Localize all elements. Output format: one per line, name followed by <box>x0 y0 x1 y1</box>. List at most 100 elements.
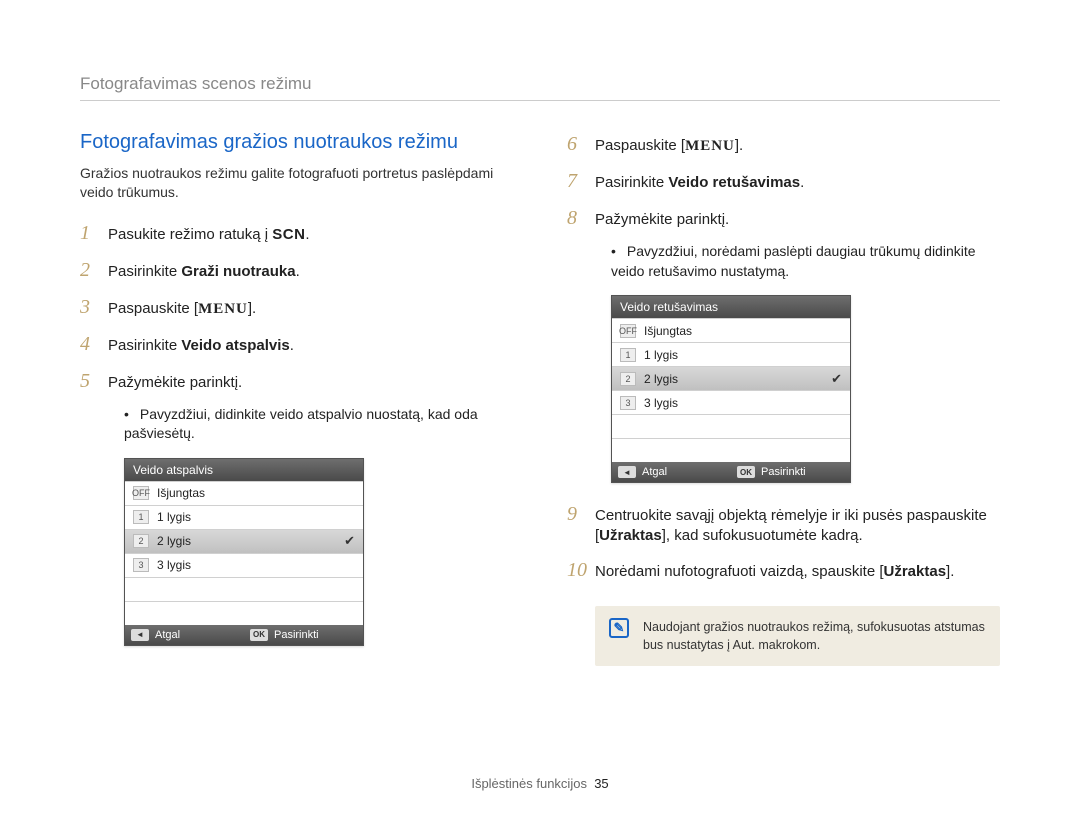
option-icon: OFF <box>620 324 636 338</box>
option-label: 3 lygis <box>157 558 191 572</box>
step-text: Pasukite režimo ratuką į <box>108 226 272 243</box>
ok-label: Pasirinkti <box>274 629 319 641</box>
intro-text: Gražios nuotraukos režimu galite fotogra… <box>80 164 513 202</box>
step-5: 5 Pažymėkite parinktį. <box>80 368 513 395</box>
lcd-option-3: 3 3 lygis <box>612 390 850 414</box>
step-text-post: ]. <box>248 300 256 317</box>
step-3: 3 Paspauskite [MENU]. <box>80 294 513 321</box>
step-2: 2 Pasirinkite Graži nuotrauka. <box>80 257 513 284</box>
ok-label: Pasirinkti <box>761 466 806 478</box>
step-number: 7 <box>567 168 595 195</box>
option-label: 3 lygis <box>644 396 678 410</box>
step-number: 1 <box>80 220 108 247</box>
note-text: Naudojant gražios nuotraukos režimą, suf… <box>643 618 986 654</box>
step-bold: Veido atspalvis <box>181 337 289 354</box>
step-number: 6 <box>567 131 595 158</box>
step-text: Pasirinkite <box>108 337 181 354</box>
option-label: Išjungtas <box>157 486 205 500</box>
back-label: Atgal <box>155 629 180 641</box>
lcd-footer: ◄ Atgal OK Pasirinkti <box>612 462 850 482</box>
step-number: 9 <box>567 501 595 528</box>
scn-keyword: SCN <box>272 226 305 243</box>
step-body: Paspauskite [MENU]. <box>595 136 1000 156</box>
step-text-post: . <box>290 337 294 354</box>
option-label: 2 lygis <box>644 372 678 386</box>
step-body: Pažymėkite parinktį. <box>595 210 1000 230</box>
step-10: 10 Norėdami nufotografuoti vaizdą, spaus… <box>567 557 1000 584</box>
lcd-ok: OK Pasirinkti <box>244 625 363 645</box>
lcd-option-off: OFF Išjungtas <box>125 481 363 505</box>
bullet-icon: • <box>611 242 623 262</box>
step-4: 4 Pasirinkite Veido atspalvis. <box>80 331 513 358</box>
note-icon: ✎ <box>609 618 629 638</box>
step-text: Paspauskite [ <box>595 137 685 154</box>
step-bold: Užraktas <box>884 563 947 580</box>
page-footer: Išplėstinės funkcijos 35 <box>0 776 1080 791</box>
option-icon: 2 <box>620 372 636 386</box>
bullet-icon: • <box>124 405 136 425</box>
step-number: 3 <box>80 294 108 321</box>
step-8-sub: • Pavyzdžiui, norėdami paslėpti daugiau … <box>611 242 1000 281</box>
step-number: 10 <box>567 557 595 584</box>
content-columns: Fotografavimas gražios nuotraukos režimu… <box>80 131 1000 666</box>
back-label: Atgal <box>642 466 667 478</box>
lcd-back: ◄ Atgal <box>125 625 244 645</box>
step-body: Pasirinkite Veido atspalvis. <box>108 336 513 356</box>
step-number: 5 <box>80 368 108 395</box>
back-icon: ◄ <box>131 629 149 641</box>
step-9: 9 Centruokite savąjį objektą rėmelyje ir… <box>567 501 1000 547</box>
option-icon: 3 <box>620 396 636 410</box>
lcd-footer: ◄ Atgal OK Pasirinkti <box>125 625 363 645</box>
sub-text: Pavyzdžiui, didinkite veido atspalvio nu… <box>124 406 478 442</box>
lcd-option-1: 1 1 lygis <box>612 342 850 366</box>
option-label: 1 lygis <box>644 348 678 362</box>
step-body: Norėdami nufotografuoti vaizdą, spauskit… <box>595 562 1000 582</box>
step-text-post: ]. <box>735 137 743 154</box>
lcd-row-empty <box>125 601 363 625</box>
footer-section: Išplėstinės funkcijos <box>471 776 587 791</box>
step-number: 4 <box>80 331 108 358</box>
section-title: Fotografavimas gražios nuotraukos režimu <box>80 131 513 154</box>
step-text: Norėdami nufotografuoti vaizdą, spauskit… <box>595 563 884 580</box>
lcd-title: Veido atspalvis <box>125 459 363 481</box>
step-body: Paspauskite [MENU]. <box>108 299 513 319</box>
lcd-option-3: 3 3 lygis <box>125 553 363 577</box>
ok-icon: OK <box>250 629 268 641</box>
step-bold: Užraktas <box>599 527 662 544</box>
step-8: 8 Pažymėkite parinktį. <box>567 205 1000 232</box>
step-7: 7 Pasirinkite Veido retušavimas. <box>567 168 1000 195</box>
page-number: 35 <box>594 776 608 791</box>
step-text: Pasirinkite <box>108 263 181 280</box>
step-text-post: ], kad sufokusuotumėte kadrą. <box>662 527 863 544</box>
step-text-post: . <box>800 174 804 191</box>
lcd-back: ◄ Atgal <box>612 462 731 482</box>
lcd-option-2-selected: 2 2 lygis ✔ <box>612 366 850 390</box>
step-bold: Graži nuotrauka <box>181 263 295 280</box>
lcd-row-empty <box>612 414 850 438</box>
left-column: Fotografavimas gražios nuotraukos režimu… <box>80 131 513 666</box>
option-label: 1 lygis <box>157 510 191 524</box>
menu-keyword: MENU <box>685 138 735 154</box>
step-body: Pasirinkite Graži nuotrauka. <box>108 262 513 282</box>
menu-keyword: MENU <box>198 301 248 317</box>
step-text-post: ]. <box>946 563 954 580</box>
breadcrumb: Fotografavimas scenos režimu <box>80 74 1000 101</box>
right-column: 6 Paspauskite [MENU]. 7 Pasirinkite Veid… <box>567 131 1000 666</box>
step-6: 6 Paspauskite [MENU]. <box>567 131 1000 158</box>
option-icon: OFF <box>133 486 149 500</box>
step-body: Centruokite savąjį objektą rėmelyje ir i… <box>595 506 1000 547</box>
lcd-option-off: OFF Išjungtas <box>612 318 850 342</box>
lcd-row-empty <box>125 577 363 601</box>
option-icon: 1 <box>620 348 636 362</box>
step-number: 2 <box>80 257 108 284</box>
option-icon: 2 <box>133 534 149 548</box>
sub-text: Pavyzdžiui, norėdami paslėpti daugiau tr… <box>611 243 976 279</box>
ok-icon: OK <box>737 466 755 478</box>
step-number: 8 <box>567 205 595 232</box>
step-bold: Veido retušavimas <box>668 174 800 191</box>
option-icon: 1 <box>133 510 149 524</box>
step-5-sub: • Pavyzdžiui, didinkite veido atspalvio … <box>124 405 513 444</box>
note-box: ✎ Naudojant gražios nuotraukos režimą, s… <box>595 606 1000 666</box>
step-text-post: . <box>305 226 309 243</box>
lcd-title: Veido retušavimas <box>612 296 850 318</box>
